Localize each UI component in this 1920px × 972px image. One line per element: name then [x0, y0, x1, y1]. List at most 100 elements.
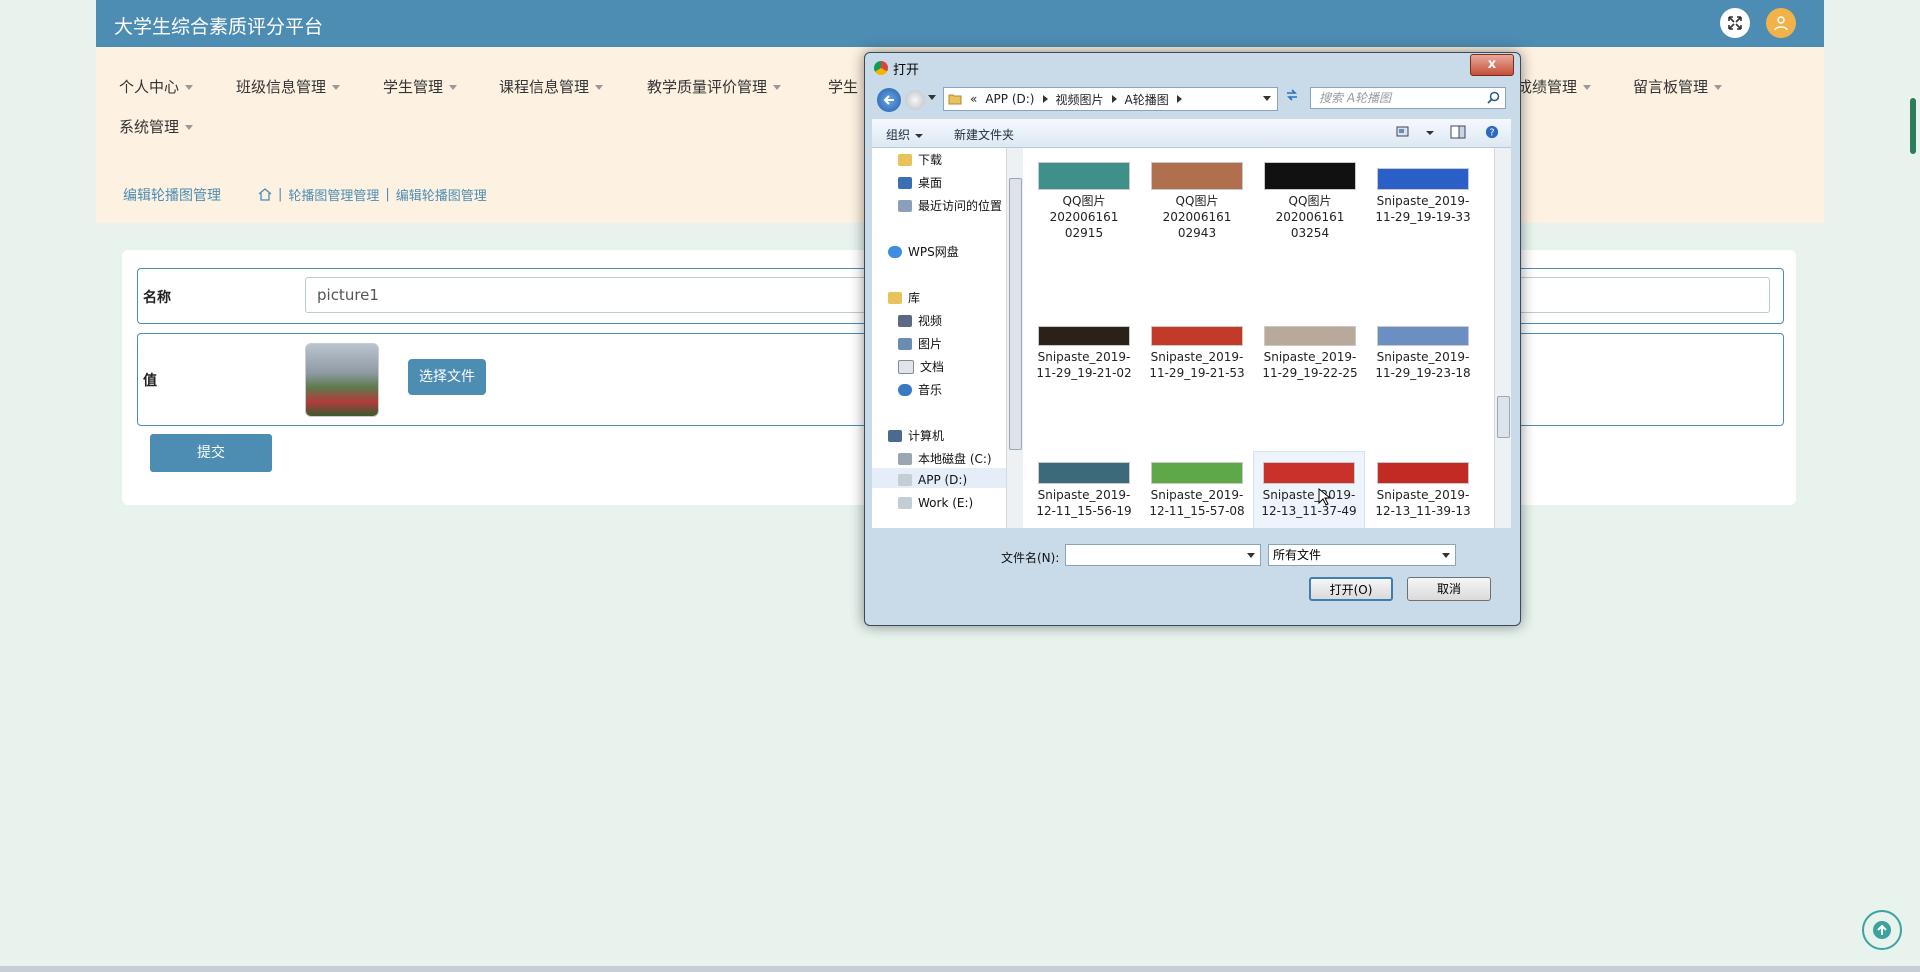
arrow-up-icon — [1873, 921, 1891, 939]
help-icon[interactable]: ? — [1484, 125, 1500, 139]
chevron-right-icon[interactable] — [1111, 95, 1117, 103]
view-dropdown-icon[interactable] — [1426, 131, 1434, 135]
fullscreen-button[interactable] — [1720, 8, 1750, 38]
svg-text:?: ? — [1489, 128, 1494, 139]
file-name: Snipaste_2019- — [1037, 350, 1131, 364]
address-segment[interactable]: 视频图片 — [1056, 91, 1104, 108]
file-item[interactable]: Snipaste_2019- 12-11_15-57-08 — [1141, 462, 1253, 519]
file-name: 11-29_19-21-02 — [1036, 366, 1132, 380]
dialog-title: 打开 — [893, 63, 920, 78]
tree-item-drive-c[interactable]: 本地磁盘 (C:) — [898, 450, 992, 467]
file-item[interactable]: QQ图片 20200616103254 — [1254, 162, 1366, 241]
tree-label: 图片 — [918, 337, 943, 351]
filetype-select[interactable]: 所有文件 — [1268, 544, 1456, 566]
user-avatar-button[interactable] — [1766, 8, 1796, 38]
nav-item-personal[interactable]: 个人中心 — [119, 76, 194, 97]
preview-pane-icon[interactable] — [1450, 125, 1466, 139]
tree-scrollbar[interactable] — [1006, 148, 1023, 528]
home-icon[interactable] — [258, 188, 272, 201]
tree-item-documents[interactable]: 文档 — [898, 358, 944, 375]
nav-item-student-partial[interactable]: 学生 — [828, 76, 858, 97]
breadcrumb-link[interactable]: 轮播图管理管理 — [288, 185, 379, 204]
file-item-hovered[interactable]: Snipaste_2019- 12-13_11-37-49 — [1253, 451, 1365, 528]
file-item[interactable]: QQ图片 20200616102915 — [1028, 162, 1140, 241]
tree-label: WPS网盘 — [908, 245, 959, 259]
tree-item-wps-cloud[interactable]: WPS网盘 — [888, 243, 959, 260]
tree-scrollbar-thumb[interactable] — [1009, 178, 1022, 450]
forward-button[interactable] — [905, 90, 925, 110]
file-name: Snipaste_2019- — [1150, 488, 1244, 502]
search-placeholder: 搜索 A轮播图 — [1319, 91, 1392, 105]
nav-item-student[interactable]: 学生管理 — [383, 76, 458, 97]
document-icon — [898, 359, 914, 374]
file-name: Snipaste_2019- — [1263, 350, 1357, 364]
tree-item-drive-d[interactable]: APP (D:) — [898, 473, 967, 487]
navigation-tree: 下载 桌面 最近访问的位置 WPS网盘 库 视频 图片 文档 音乐 计算机 本地… — [872, 148, 1006, 528]
nav-item-teaching-eval[interactable]: 教学质量评价管理 — [647, 76, 782, 97]
tree-item-computer[interactable]: 计算机 — [888, 427, 944, 444]
organize-button[interactable]: 组织 — [886, 126, 924, 143]
recent-locations-dropdown[interactable] — [928, 95, 936, 100]
filename-input[interactable] — [1065, 544, 1261, 566]
tree-item-pictures[interactable]: 图片 — [898, 335, 942, 352]
file-item[interactable]: Snipaste_2019- 11-29_19-21-02 — [1028, 326, 1140, 381]
file-item[interactable]: Snipaste_2019- 11-29_19-19-33 — [1367, 168, 1479, 225]
view-options-icon[interactable] — [1396, 125, 1412, 139]
choose-file-button[interactable]: 选择文件 — [408, 359, 486, 395]
nav-item-course[interactable]: 课程信息管理 — [499, 76, 604, 97]
file-name: QQ图片 — [1288, 194, 1332, 208]
new-folder-button[interactable]: 新建文件夹 — [954, 126, 1014, 143]
address-segment[interactable]: APP (D:) — [985, 92, 1034, 106]
back-to-top-button[interactable] — [1862, 910, 1902, 950]
tree-item-library[interactable]: 库 — [888, 289, 920, 306]
search-icon — [1487, 91, 1500, 104]
files-scrollbar-thumb[interactable] — [1497, 396, 1510, 438]
open-button[interactable]: 打开(O) — [1309, 577, 1393, 601]
file-name: 12-13_11-39-13 — [1375, 504, 1471, 518]
nav-item-message-board[interactable]: 留言板管理 — [1633, 76, 1723, 97]
name-label: 名称 — [143, 290, 171, 306]
chevron-down-icon[interactable] — [1247, 553, 1255, 558]
refresh-icon — [1287, 89, 1297, 101]
cancel-button[interactable]: 取消 — [1407, 577, 1491, 601]
address-chevrons[interactable]: « — [970, 92, 977, 106]
tree-item-desktop[interactable]: 桌面 — [898, 174, 942, 191]
file-thumbnail — [1151, 326, 1243, 346]
dialog-toolbar: 组织 新建文件夹 ? — [872, 119, 1511, 148]
file-item[interactable]: Snipaste_2019- 12-11_15-56-19 — [1028, 462, 1140, 519]
page-title: 编辑轮播图管理 — [123, 188, 221, 204]
nav-item-grades[interactable]: 成绩管理 — [1517, 76, 1592, 97]
address-segment[interactable]: A轮播图 — [1125, 91, 1169, 108]
nav-item-system[interactable]: 系统管理 — [119, 116, 194, 137]
dialog-close-button[interactable]: x — [1470, 54, 1514, 76]
file-item[interactable]: Snipaste_2019- 11-29_19-23-18 — [1367, 326, 1479, 381]
breadcrumb-separator: | — [278, 187, 283, 202]
file-item[interactable]: Snipaste_2019- 11-29_19-22-25 — [1254, 326, 1366, 381]
chevron-right-icon[interactable] — [1042, 95, 1048, 103]
drive-icon — [898, 474, 912, 486]
nav-item-class[interactable]: 班级信息管理 — [236, 76, 341, 97]
tree-label: APP (D:) — [918, 473, 968, 487]
search-input[interactable]: 搜索 A轮播图 — [1310, 87, 1506, 109]
file-name: QQ图片 — [1175, 194, 1219, 208]
chevron-right-icon[interactable] — [1176, 95, 1182, 103]
tree-label: 文档 — [920, 360, 945, 374]
file-thumbnail — [1377, 462, 1469, 484]
page-scrollbar-thumb[interactable] — [1910, 98, 1916, 154]
tree-item-music[interactable]: 音乐 — [898, 381, 942, 398]
submit-button[interactable]: 提交 — [150, 434, 272, 472]
files-scrollbar[interactable] — [1494, 148, 1511, 528]
file-item[interactable]: Snipaste_2019- 12-13_11-39-13 — [1367, 462, 1479, 519]
file-item[interactable]: Snipaste_2019- 11-29_19-21-53 — [1141, 326, 1253, 381]
refresh-button[interactable] — [1282, 88, 1302, 108]
tree-item-recent[interactable]: 最近访问的位置 — [898, 197, 1002, 214]
tree-label: 最近访问的位置 — [918, 199, 1003, 213]
address-bar[interactable]: « APP (D:) 视频图片 A轮播图 — [943, 87, 1278, 111]
file-item[interactable]: QQ图片 20200616102943 — [1141, 162, 1253, 241]
back-button[interactable] — [877, 88, 901, 112]
tree-item-downloads[interactable]: 下载 — [898, 151, 942, 168]
tree-item-drive-e[interactable]: Work (E:) — [898, 496, 973, 510]
address-dropdown-icon[interactable] — [1263, 96, 1271, 101]
tree-item-videos[interactable]: 视频 — [898, 312, 942, 329]
nav-label: 班级信息管理 — [236, 78, 327, 96]
